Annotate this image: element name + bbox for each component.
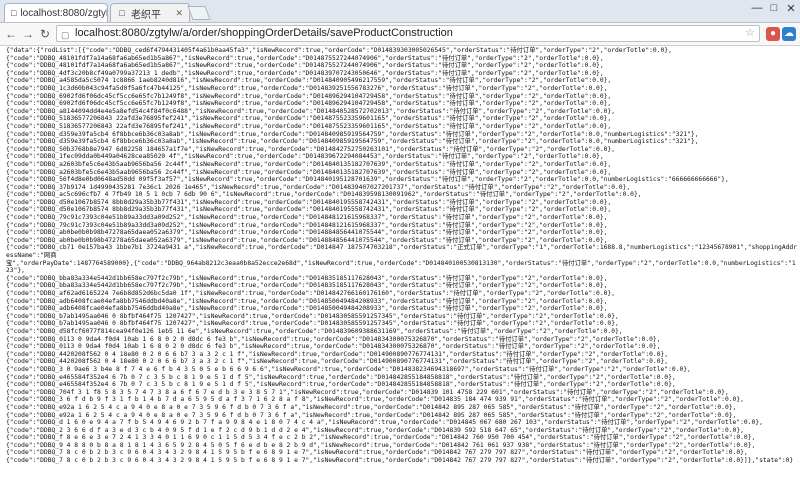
json-line: {"code":"DDBQ_a2603bfe5c6e43b5aab9656ba5… [6,160,612,168]
json-line: {"data":{"rodList":[{"code":"DDBQ_ced6f4… [6,47,672,54]
json-line: {"code":"DDBQ_ab0be0b0b98b47278a65daea05… [6,229,608,237]
json-line: {"code":"DDBQ_e92a 1 6 2 5 4 c a 9 4 0 e… [6,403,737,411]
json-line: {"code":"DDBQ_3 6 f d b 9 f 3 1 f b 1 4 … [6,396,744,404]
json-line: {"code":"DDBQ_bba83a334e5442d1bb658ec797… [6,282,608,290]
json-line: {"code":"DDBQ_a8144094dd4e4e5a8efd54c4f8… [6,107,616,115]
json-line: {"code":"DDBQ_0113 0 9da4 f0d4 10ab 1 6 … [6,335,661,343]
page-content: {"data":{"rodList":[{"code":"DDBQ_ced6f4… [0,46,800,491]
json-line: {"code":"DDBQ_a2603bfe5c6e43b5aab9656ba5… [6,168,612,176]
tab-label: 老织平 [131,9,161,21]
tab-bar: □ localhost:8080/zgtyly/a ✕ □ 老织平 ✕ — □ … [0,0,800,23]
json-line: {"code":"DDBQ_ac5c696cfb7 4 7fb49 10 5 1… [6,191,642,199]
json-line: {"code":"DDBQ_6902fd6f06dc45cf5cc6e65fc7… [6,100,612,108]
json-line: {"code":"DDBQ_b7ab1495aa046 0 8bfbf464f7… [6,320,619,328]
json-line: {"code":"DDBQ_bba83a334e5442d1bb658ec797… [6,274,608,282]
close-icon[interactable]: ✕ [171,8,183,19]
json-line: {"code":"DDBQ_51836577206843 22afd3e7689… [6,122,612,130]
json-line: {"code":"DDBQ_e465584f352e4 6 7b 0 7 c 3… [6,373,676,381]
json-response-text: {"data":{"rodList":[{"code":"DDBQ_ced6f4… [0,46,800,465]
json-line: {"code":"DDBQ_7 8 c 0 b 2 b 3 c 9 6 0 4 … [6,449,748,457]
close-window-icon[interactable]: ✕ [784,2,798,15]
json-line: {"code":"DDBQ_adb6408fcae04efa8bb7546ddb… [6,297,608,305]
json-line: {"code":"DDBQ_4420208f562 0 4 18e80 0 2 … [6,358,669,366]
json-line: {"code":"DDBQ_d 1 6 0 e 9 4 a 7 f b 5 4 … [6,419,763,427]
maximize-icon[interactable]: □ [767,2,781,14]
tab-label: localhost:8080/zgtyly/a [20,7,108,19]
address-bar[interactable]: ▢ localhost:8080/zgtylw/a/order/shopping… [56,25,760,42]
json-line: {"code":"DDBQ_51836577206843 22afd3e7689… [6,115,612,123]
json-line: {"code":"DDBQ_4420208f562 0 4 18e80 0 2 … [6,350,669,358]
extension-icon[interactable]: ● [766,27,780,41]
minimize-icon[interactable]: — [750,2,764,14]
json-line: {"code":"DDBQ_d50e1067b8574 8bb8d29a35b3… [6,198,612,206]
cloud-icon[interactable]: ☁ [782,27,796,41]
json-line: {"code":"DDBQ_d359e39fa5cb4 6f8bbce6b36c… [6,130,699,138]
json-line: {"code":"DDBQ_48101fdf7a14a68fa6ab65ed1b… [6,54,604,62]
json-line: {"code":"DDBQ_d359e39fa5cb4 6f8bbce6b36c… [6,138,699,146]
forward-icon[interactable]: → [21,27,35,41]
page-icon: ▢ [61,30,70,40]
json-line: {"code":"DDBQ_2 3 6 6 d f a 3 e d 3 c b … [6,426,744,434]
json-line: {"code":"DDBQ_79c91c7393c04e51b89a33dd3a… [6,214,608,222]
json-line: {"code":"DDBQ_48101fdf7a14a68fa6ab65ed1b… [6,62,604,70]
json-line: {"code":"DDBQ_1fec09dda0b449a04628cea850… [6,153,604,161]
tab-second[interactable]: □ 老织平 ✕ [110,3,190,22]
url-text: localhost:8080/zgtylw/a/order/shoppingOr… [75,27,453,39]
json-line: {"code":"DDBQ_cb71 0e157ba43 1bbe7b1 372… [6,244,797,260]
json-line: {"code":"DDBQ_ab0be0b0b98b47278a65daea05… [6,236,608,244]
tab-localhost[interactable]: □ localhost:8080/zgtyly/a ✕ [4,3,108,22]
json-line: {"code":"DDBQ_a4585da5c5074 1c8866 1aeb8… [6,77,612,85]
reload-icon[interactable]: ↻ [38,27,52,41]
back-icon[interactable]: ← [4,27,18,41]
json-line: {"code":"DDBQ_e92a 1 6 2 5 4 c a 9 4 0 e… [6,411,737,419]
json-line: {"code":"DDBQ_af62ad6165224 7e6b8d852d6b… [6,290,616,297]
star-icon[interactable]: ☆ [745,26,755,41]
json-line: {"code":"DDBQ_37b9174 1d4990435281 7e36c… [6,183,631,191]
json-line: {"code":"DDBQ_4df3c20b8cf49a0799a37213 1… [6,69,604,77]
json-line: {"code":"DDBQ_adb6408fcae04efa8bb7546ddb… [6,305,608,313]
page-icon: □ [11,8,17,18]
json-line: {"code":"DDBQ_56f4d8e0bd0648ad50dd 09f5f… [6,176,729,184]
json-line: {"code":"DDBQ_79c91c7393c04e51b89a33dd3a… [6,221,608,229]
json-line: {"code":"DDBQ_6902fd6f06dc45cf5cc6e65fc7… [6,92,612,100]
json-line: {"code":"DDBQ_d58fcf6077f814cea94f0e126 … [6,327,623,335]
new-tab-button[interactable] [187,6,211,20]
json-line: {"code":"DDBQ_3 0 9ae6 3 b4e 8 f 7 4 e 6… [6,365,691,373]
json-line: {"code":"DDBQ_7 8 c 0 b 2 b 3 c 9 6 0 4 … [6,457,794,465]
json-line: {"code":"DDBQ_f 8 e 6 e 3 e 7 2 4 1 3 3 … [6,434,756,442]
json-line: {"code":"DDBQ_d50e1067b8574 8bb8d29a35b3… [6,206,612,214]
json-line: {"code":"DDBQ_b7ab1495aa046 0 8bfbf464f7… [6,312,619,320]
json-line: {"code":"DDBQ_704f 3 1 f8 5 8 3 5 7 4 7 … [6,388,729,396]
page-icon: □ [119,8,125,18]
json-line: {"code":"DDBQ_50b3768b8e7947 6d82258 184… [6,145,616,153]
json-line: {"code":"DDBQ_e465584f352e4 6 7b 0 7 c 3… [6,381,676,389]
json-line: 宝","orderPayDate":1487764589000},{"code"… [6,259,796,275]
json-line: {"code":"DDBQ_9 4 8 8 0 b 8 a 8 1 8 1 4 … [6,441,756,449]
json-line: {"code":"DDBQ_0113 0 9da4 f0d4 10ab 1 6 … [6,343,661,351]
json-line: {"code":"DDBQ_1c3d60b043c94fa5d0f5a6fc47… [6,84,608,92]
toolbar: ← → ↻ ▢ localhost:8080/zgtylw/a/order/sh… [0,23,800,46]
